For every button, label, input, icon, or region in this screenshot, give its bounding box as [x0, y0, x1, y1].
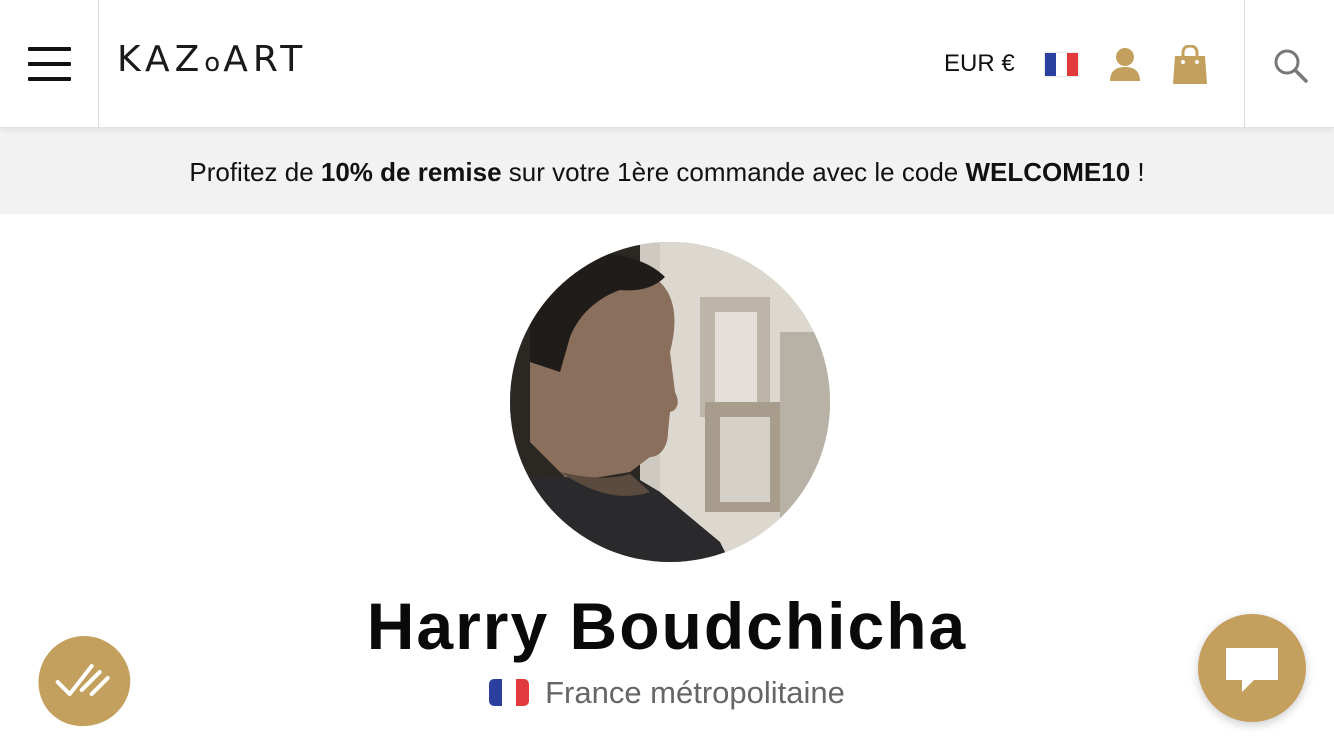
search-button[interactable]	[1244, 0, 1334, 128]
hamburger-menu-icon[interactable]	[0, 0, 99, 128]
chat-button[interactable]	[1198, 614, 1306, 722]
site-header: KAZoART EUR €	[0, 0, 1334, 128]
france-flag-icon[interactable]	[1045, 53, 1078, 76]
france-flag-icon	[489, 679, 530, 706]
promo-discount: 10% de remise	[320, 157, 502, 187]
artist-location: France métropolitaine	[0, 672, 1334, 714]
artist-name: Harry Boudchicha	[366, 589, 968, 663]
artist-photo	[510, 242, 830, 562]
promo-prefix: Profitez de	[189, 157, 321, 187]
user-icon[interactable]	[1108, 47, 1142, 81]
search-icon	[1274, 49, 1308, 83]
promo-banner: Profitez de 10% de remise sur votre 1ère…	[0, 128, 1334, 214]
promo-code: WELCOME10	[965, 157, 1131, 187]
promo-middle: sur votre 1ère commande avec le code	[501, 157, 966, 187]
site-logo[interactable]: KAZoART	[117, 38, 307, 85]
chat-bubble-icon	[1226, 648, 1278, 692]
shopping-bag-icon[interactable]	[1172, 45, 1208, 85]
promo-suffix: !	[1130, 157, 1145, 187]
currency-selector[interactable]: EUR €	[944, 48, 1015, 80]
location-label: France métropolitaine	[545, 675, 845, 710]
artist-avatar	[510, 242, 830, 562]
